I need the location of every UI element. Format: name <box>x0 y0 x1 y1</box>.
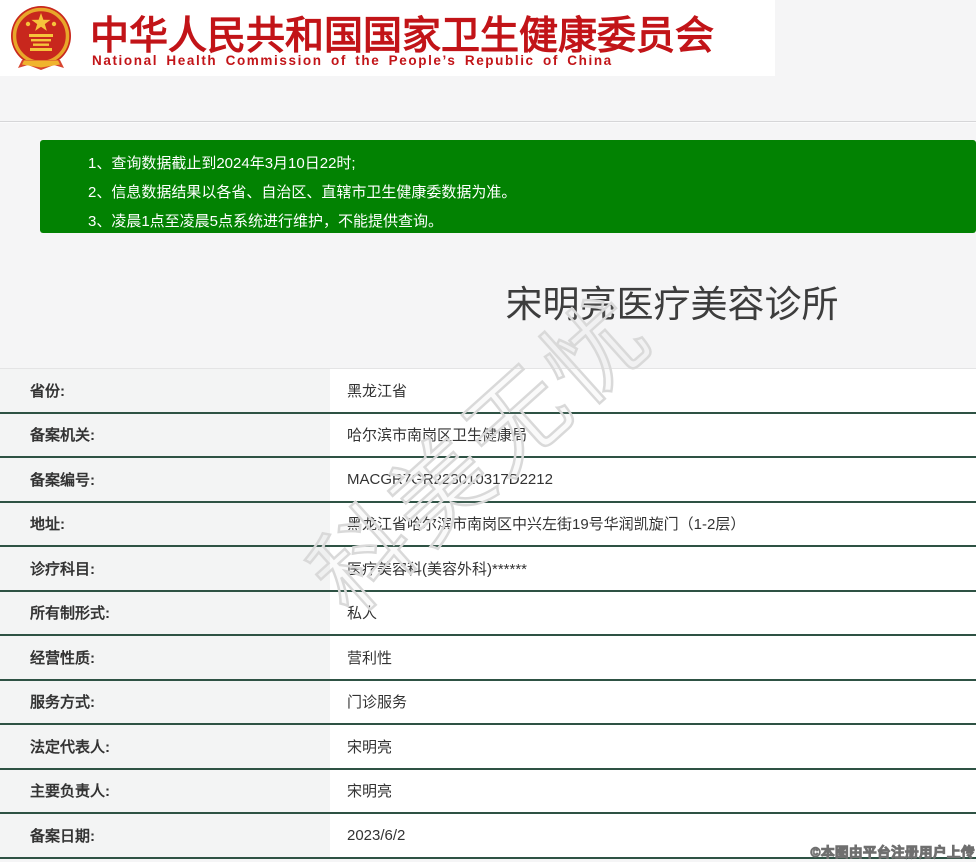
row-label: 服务方式: <box>0 680 330 723</box>
upload-credit: ©本图由平台注册用户上传 <box>810 845 975 861</box>
table-row: 所有制形式: 私人 <box>0 591 976 636</box>
table-row: 诊疗科目: 医疗美容科(美容外科)****** <box>0 547 976 592</box>
table-row: 省份: 黑龙江省 <box>0 369 976 414</box>
row-value: MACGR7GR223010317D2212 <box>330 458 976 501</box>
row-value: 营利性 <box>330 636 976 679</box>
row-label: 备案机关: <box>0 413 330 456</box>
page: 中华人民共和国国家卫生健康委员会 National Health Commiss… <box>0 0 976 862</box>
notice-box: 1、查询数据截止到2024年3月10日22时; 2、信息数据结果以各省、自治区、… <box>40 140 976 233</box>
notice-line: 2、信息数据结果以各省、自治区、直辖市卫生健康委数据为准。 <box>88 184 517 201</box>
row-label: 省份: <box>0 369 330 412</box>
row-label: 备案编号: <box>0 458 330 501</box>
row-value: 私人 <box>330 591 976 634</box>
header-divider <box>0 121 976 122</box>
table-row: 主要负责人: 宋明亮 <box>0 769 976 814</box>
row-label: 地址: <box>0 502 330 545</box>
row-label: 法定代表人: <box>0 725 330 768</box>
row-value: 宋明亮 <box>330 769 976 812</box>
site-title-en: National Health Commission of the People… <box>92 53 613 68</box>
national-emblem-icon <box>11 6 71 70</box>
record-table: 省份: 黑龙江省 备案机关: 哈尔滨市南岗区卫生健康局 备案编号: MACGR7… <box>0 368 976 859</box>
institution-title: 宋明亮医疗美容诊所 <box>505 284 839 325</box>
row-value: 黑龙江省哈尔滨市南岗区中兴左街19号华润凯旋门（1-2层） <box>330 502 976 545</box>
table-row: 备案编号: MACGR7GR223010317D2212 <box>0 458 976 503</box>
notice-line: 1、查询数据截止到2024年3月10日22时; <box>88 155 356 172</box>
row-label: 备案日期: <box>0 814 330 857</box>
row-value: 哈尔滨市南岗区卫生健康局 <box>330 413 976 456</box>
table-row: 经营性质: 营利性 <box>0 636 976 681</box>
notice-line: 3、凌晨1点至凌晨5点系统进行维护，不能提供查询。 <box>88 213 444 230</box>
row-value: 医疗美容科(美容外科)****** <box>330 547 976 590</box>
row-label: 诊疗科目: <box>0 547 330 590</box>
row-value: 门诊服务 <box>330 680 976 723</box>
table-row: 服务方式: 门诊服务 <box>0 680 976 725</box>
row-value: 黑龙江省 <box>330 369 976 412</box>
table-row: 备案机关: 哈尔滨市南岗区卫生健康局 <box>0 413 976 458</box>
site-header: 中华人民共和国国家卫生健康委员会 National Health Commiss… <box>0 0 775 76</box>
row-label: 经营性质: <box>0 636 330 679</box>
row-value: 宋明亮 <box>330 725 976 768</box>
row-label: 所有制形式: <box>0 591 330 634</box>
row-label: 主要负责人: <box>0 769 330 812</box>
table-row: 法定代表人: 宋明亮 <box>0 725 976 770</box>
table-row: 地址: 黑龙江省哈尔滨市南岗区中兴左街19号华润凯旋门（1-2层） <box>0 502 976 547</box>
